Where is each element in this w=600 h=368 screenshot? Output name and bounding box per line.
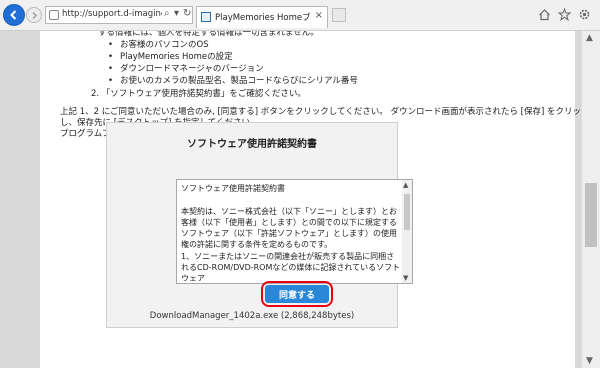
scroll-up-icon[interactable]: ▲ (586, 33, 593, 43)
agreement-scrollbar[interactable]: ▲ ▼ (402, 180, 412, 283)
step-2-text: 2. 「ソフトウェア使用許諾契約書」をご確認ください。 (91, 89, 306, 99)
back-arrow-icon (10, 10, 17, 20)
panel-title: ソフトウェア使用許諾契約書 (187, 139, 317, 150)
tab-favicon-icon (201, 12, 211, 22)
tab-playmemories[interactable]: PlayMemories Homeブル... × (196, 6, 328, 28)
scroll-down-icon[interactable]: ▼ (586, 356, 593, 366)
scroll-up-icon[interactable]: ▲ (403, 181, 408, 189)
page-scroll-thumb[interactable] (585, 183, 597, 247)
forward-button[interactable] (26, 7, 42, 23)
search-icon[interactable]: ⌕ (164, 8, 170, 19)
bullet-item: ダウンロードマネージャのバージョン (108, 63, 264, 75)
settings-gear-icon[interactable] (576, 6, 592, 22)
bullet-item: お使いのカメラの製品型名、製品コードならびにシリアル番号 (108, 75, 358, 87)
back-button[interactable] (3, 4, 25, 26)
address-url[interactable]: http://support.d-imaging.sony.co.jp (62, 9, 162, 19)
home-icon[interactable] (536, 6, 552, 22)
address-bar[interactable]: http://support.d-imaging.sony.co.jp ⌕ ▾ … (45, 6, 193, 24)
refresh-icon[interactable]: ↻ (183, 8, 191, 19)
browser-toolbar: http://support.d-imaging.sony.co.jp ⌕ ▾ … (0, 0, 600, 31)
agreement-text: ソフトウェア使用許諾契約書 本契約は、ソニー株式会社（以下「ソニー」とします）と… (181, 184, 401, 281)
dropdown-icon[interactable]: ▾ (174, 8, 179, 19)
scroll-down-icon[interactable]: ▼ (403, 274, 408, 282)
agreement-scroll-thumb[interactable] (404, 194, 410, 230)
forward-arrow-icon (32, 11, 37, 19)
page-icon (49, 10, 59, 20)
agree-button[interactable]: 同意する (265, 285, 329, 303)
new-tab-button[interactable] (332, 8, 346, 22)
tab-close-icon[interactable]: × (315, 10, 323, 21)
agreement-textbox[interactable]: ソフトウェア使用許諾契約書 本契約は、ソニー株式会社（以下「ソニー」とします）と… (176, 179, 413, 284)
intro-text: する情報には、個人を特定する情報は一切含まれません。 (98, 31, 319, 38)
favorites-star-icon[interactable] (556, 6, 572, 22)
tab-title: PlayMemories Homeブル... (215, 13, 310, 23)
page-scrollbar[interactable]: ▲ ▼ (581, 31, 600, 368)
file-info: DownloadManager_1402a.exe (2,868,248byte… (149, 311, 355, 321)
bullet-item: お客様のパソコンのOS (108, 39, 209, 51)
bullet-item: PlayMemories Homeの設定 (108, 51, 233, 63)
